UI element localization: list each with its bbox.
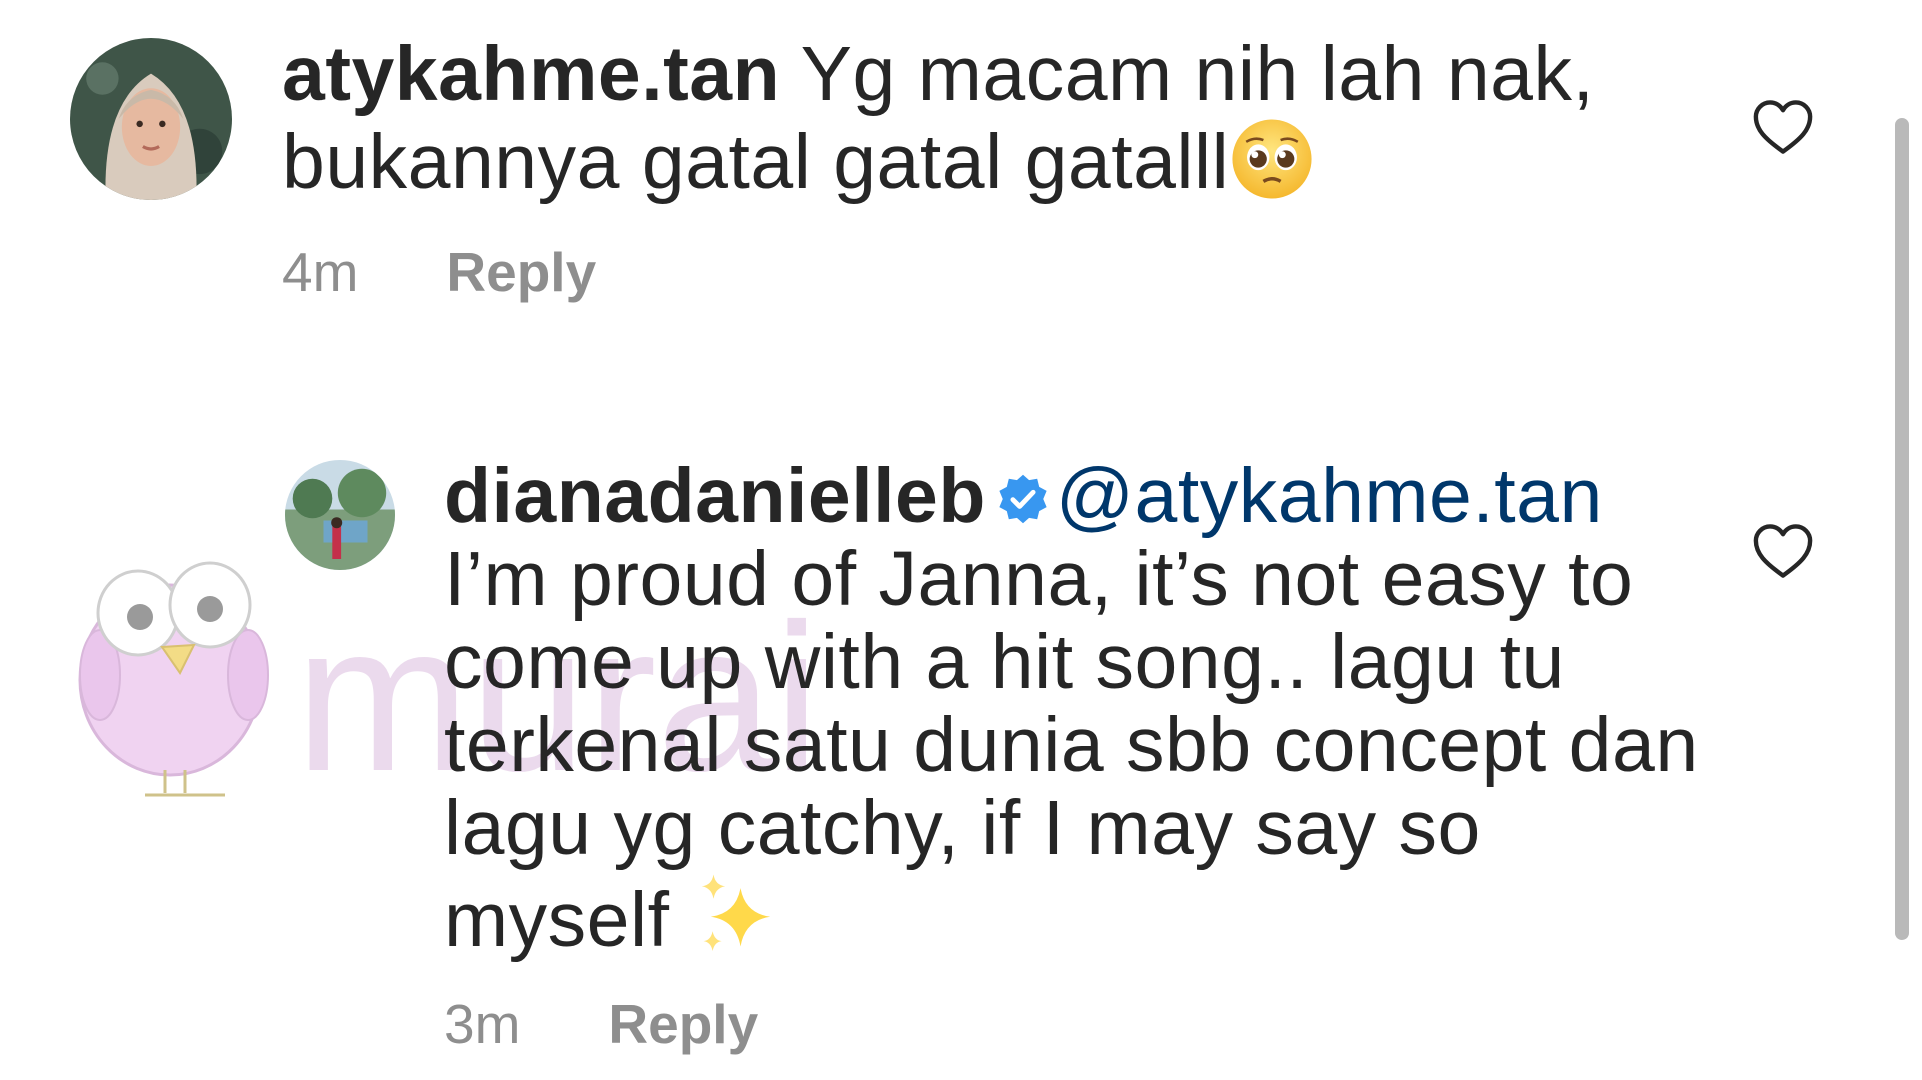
- comment-body: atykahme.tan Yg macam nih lah nak, bukan…: [282, 33, 1722, 204]
- comment-username[interactable]: dianadanielleb: [444, 453, 986, 539]
- verified-badge-icon: [999, 474, 1047, 524]
- comment-timestamp: 4m: [282, 241, 359, 303]
- comment-text: I’m proud of Janna, it’s not easy to com…: [444, 536, 1699, 963]
- reply-button[interactable]: Reply: [608, 992, 758, 1056]
- comment-username[interactable]: atykahme.tan: [282, 31, 780, 117]
- reply-comment-body: dianadanielleb @atykahme.tan I’m proud of…: [444, 455, 1724, 962]
- like-heart-icon[interactable]: [1752, 522, 1814, 580]
- comment-meta: 4m Reply: [282, 240, 596, 304]
- like-heart-icon[interactable]: [1752, 98, 1814, 156]
- reply-comment-meta: 3m Reply: [444, 992, 758, 1056]
- comment-timestamp: 3m: [444, 993, 521, 1055]
- mention-link[interactable]: @atykahme.tan: [1056, 453, 1603, 539]
- bird-mascot-icon: [78, 561, 269, 797]
- sparkles-emoji: [702, 874, 771, 951]
- reply-button[interactable]: Reply: [446, 240, 596, 304]
- avatar-dianadanielleb[interactable]: [285, 460, 395, 570]
- scrollbar[interactable]: [1895, 118, 1909, 940]
- avatar-atykahme[interactable]: [70, 38, 232, 200]
- pleading-face-emoji: [1232, 119, 1312, 199]
